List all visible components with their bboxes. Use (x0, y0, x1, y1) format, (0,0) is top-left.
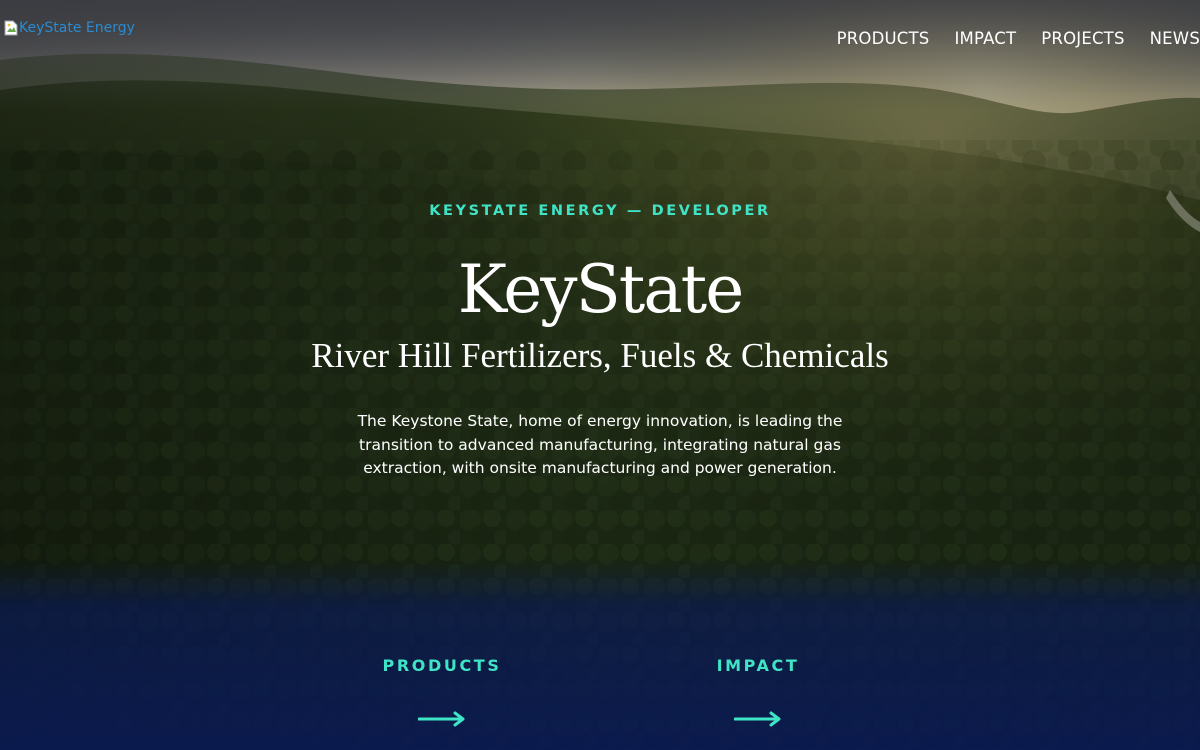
products-card-link[interactable]: PRODUCTS (367, 656, 517, 727)
nav-item-projects[interactable]: PROJECTS (1041, 29, 1124, 48)
feature-links: PRODUCTS IMPACT (0, 600, 1200, 750)
nav-item-impact[interactable]: IMPACT (954, 29, 1016, 48)
site-header: KeyState Energy PRODUCTS IMPACT PROJECTS… (0, 0, 1200, 80)
arrow-right-icon (734, 711, 781, 727)
logo-link[interactable]: KeyState Energy (4, 20, 135, 36)
hero-title: KeyState (457, 251, 745, 328)
broken-image-icon (4, 20, 18, 36)
nav-item-news[interactable]: NEWS (1150, 29, 1200, 48)
products-card-label: PRODUCTS (382, 656, 502, 675)
impact-card-link[interactable]: IMPACT (683, 656, 833, 727)
hero-subtitle: River Hill Fertilizers, Fuels & Chemical… (311, 336, 889, 375)
arrow-right-icon (418, 711, 465, 727)
hero-description: The Keystone State, home of energy innov… (357, 412, 843, 477)
hero-section: KeyState Energy PRODUCTS IMPACT PROJECTS… (0, 0, 1200, 750)
main-nav: PRODUCTS IMPACT PROJECTS NEWS (837, 29, 1200, 48)
logo-alt-text: KeyState Energy (19, 20, 135, 36)
hero-eyebrow: KEYSTATE ENERGY — DEVELOPER (429, 203, 771, 219)
nav-item-products[interactable]: PRODUCTS (837, 29, 930, 48)
impact-card-label: IMPACT (716, 656, 800, 675)
